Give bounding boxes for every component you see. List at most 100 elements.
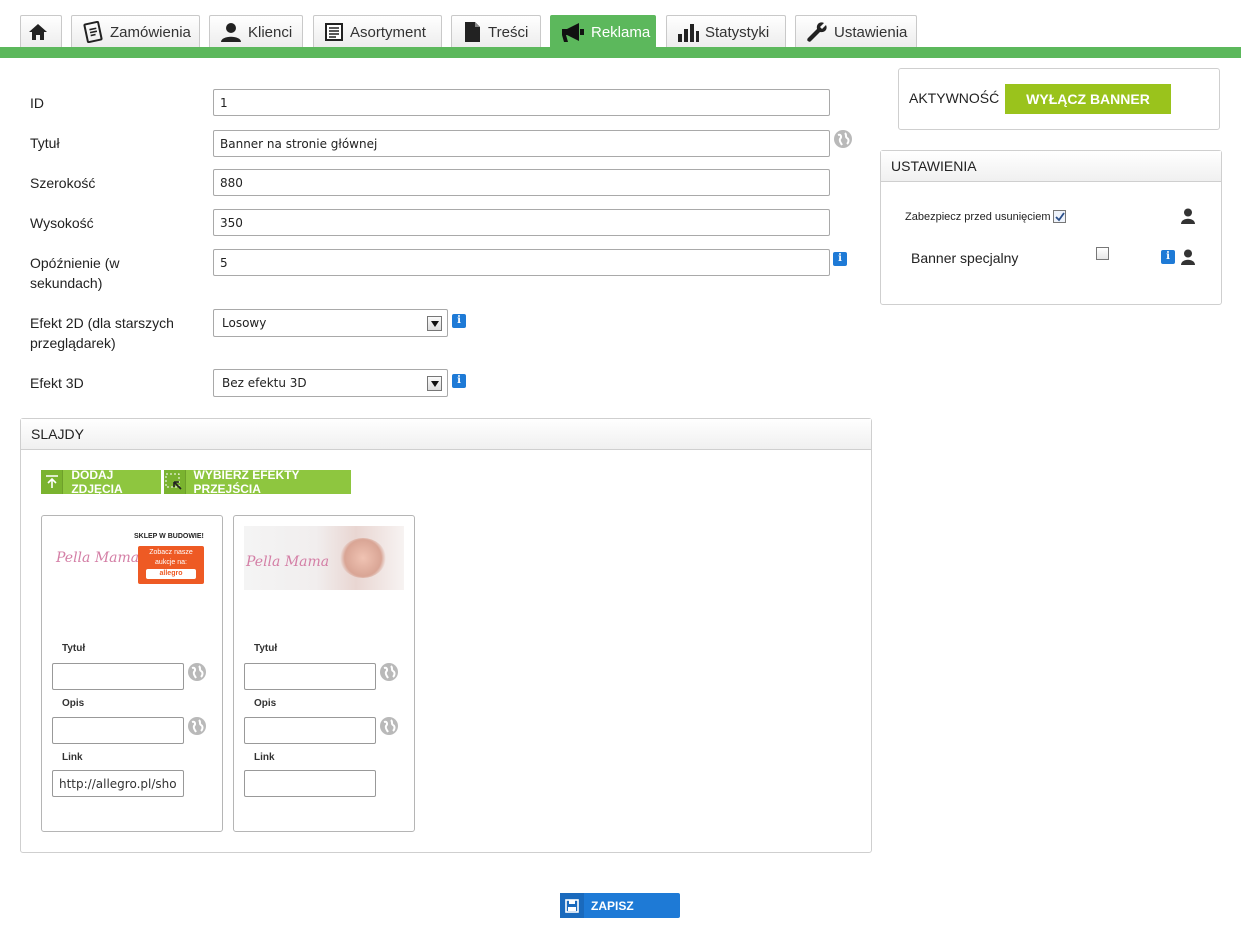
upload-icon bbox=[41, 470, 64, 494]
promo-line: aukcje na: bbox=[155, 559, 187, 566]
activity-panel: AKTYWNOŚĆ WYŁĄCZ BANNER bbox=[898, 68, 1220, 130]
globe-icon[interactable] bbox=[379, 662, 399, 682]
slide-title-label: Tytuł bbox=[62, 643, 86, 654]
slide-card: Pella Mama SKLEP W BUDOWIE! Zobacz nasze… bbox=[41, 515, 223, 832]
checkmark-icon bbox=[1054, 211, 1065, 221]
effect3d-select[interactable]: Bez efektu 3D bbox=[213, 369, 448, 397]
promo-line: Zobacz nasze bbox=[149, 549, 193, 556]
save-button[interactable]: ZAPISZ bbox=[560, 893, 680, 918]
effect2d-label: Efekt 2D (dla starszych przeglądarek) bbox=[30, 313, 174, 353]
slide-link-input[interactable] bbox=[244, 770, 376, 797]
slide-desc-input[interactable] bbox=[52, 717, 184, 744]
slide-title-label: Tytuł bbox=[254, 643, 278, 654]
slide-desc-label: Opis bbox=[62, 698, 85, 709]
slide-card: Pella Mama Tytuł Opis Link bbox=[233, 515, 415, 832]
slide-thumbnail[interactable]: Pella Mama SKLEP W BUDOWIE! Zobacz nasze… bbox=[52, 526, 214, 588]
width-label: Szerokość bbox=[30, 175, 96, 191]
tab-label: Statystyki bbox=[705, 23, 770, 41]
settings-title: USTAWIENIA bbox=[881, 151, 1221, 182]
tab-label: Ustawienia bbox=[834, 23, 908, 41]
slide-desc-input[interactable] bbox=[244, 717, 376, 744]
title-label: Tytuł bbox=[30, 135, 60, 151]
effect3d-selected: Bez efektu 3D bbox=[222, 376, 307, 390]
orders-icon bbox=[83, 21, 103, 43]
banner-promo: Zobacz nasze aukcje na: allegro bbox=[138, 546, 204, 584]
user-icon bbox=[221, 23, 241, 42]
nav-underline bbox=[0, 47, 1241, 58]
brand-logo: Pella Mama bbox=[56, 550, 140, 566]
choose-effects-button[interactable]: WYBIERZ EFEKTY PRZEJŚCIA bbox=[164, 468, 351, 496]
tab-label: Asortyment bbox=[350, 23, 426, 41]
add-photos-label: DODAJ ZDJĘCIA bbox=[71, 468, 123, 496]
special-checkbox[interactable] bbox=[1096, 247, 1109, 260]
add-photos-button[interactable]: DODAJ ZDJĘCIA bbox=[41, 468, 161, 496]
delay-label: Opóźnienie (w sekundach) bbox=[30, 253, 120, 293]
catalog-icon bbox=[325, 23, 343, 41]
slides-title: SLAJDY bbox=[21, 419, 871, 450]
allegro-logo: allegro bbox=[146, 569, 196, 579]
tab-klienci[interactable]: Klienci bbox=[209, 15, 303, 48]
globe-icon[interactable] bbox=[833, 129, 853, 149]
banner-header: SKLEP W BUDOWIE! bbox=[134, 533, 204, 540]
tab-label: Zamówienia bbox=[110, 23, 191, 41]
tab-statystyki[interactable]: Statystyki bbox=[666, 15, 786, 48]
tab-zamowienia[interactable]: Zamówienia bbox=[71, 15, 200, 48]
tab-home[interactable] bbox=[20, 15, 62, 48]
tab-label: Treści bbox=[488, 23, 529, 41]
wrench-icon bbox=[807, 22, 827, 42]
chevron-down-icon[interactable] bbox=[427, 316, 442, 331]
effect2d-select[interactable]: Losowy bbox=[213, 309, 448, 337]
document-icon bbox=[465, 22, 480, 42]
user-icon bbox=[1181, 249, 1195, 265]
slides-panel: SLAJDY DODAJ ZDJĘCIA WYBIERZ EFEKTY PRZE… bbox=[20, 418, 872, 853]
save-label: ZAPISZ bbox=[591, 898, 634, 913]
activity-label: AKTYWNOŚĆ bbox=[909, 90, 1000, 106]
floppy-disk-icon bbox=[560, 893, 584, 918]
info-icon[interactable]: i bbox=[833, 252, 847, 266]
home-icon bbox=[29, 24, 47, 40]
main-navigation: Zamówienia Klienci Asortyment Treści Rek… bbox=[0, 0, 1241, 58]
height-label: Wysokość bbox=[30, 215, 94, 231]
bar-chart-icon bbox=[678, 24, 699, 42]
megaphone-icon bbox=[562, 22, 584, 42]
tab-label: Reklama bbox=[591, 24, 651, 41]
width-input[interactable] bbox=[213, 169, 830, 196]
info-icon[interactable]: i bbox=[452, 374, 466, 388]
slide-title-input[interactable] bbox=[244, 663, 376, 690]
effect2d-label-line: przeglądarek) bbox=[30, 335, 116, 351]
slide-link-label: Link bbox=[254, 752, 275, 763]
globe-icon[interactable] bbox=[187, 662, 207, 682]
slide-desc-label: Opis bbox=[254, 698, 277, 709]
info-icon[interactable]: i bbox=[1161, 250, 1175, 264]
choose-effects-label: WYBIERZ EFEKTY PRZEJŚCIA bbox=[193, 468, 300, 496]
selection-cursor-icon bbox=[164, 470, 186, 494]
user-icon bbox=[1181, 208, 1195, 224]
chevron-down-icon[interactable] bbox=[427, 376, 442, 391]
globe-icon[interactable] bbox=[379, 716, 399, 736]
brand-logo: Pella Mama bbox=[246, 554, 330, 570]
hands-photo bbox=[340, 538, 386, 578]
tab-asortyment[interactable]: Asortyment bbox=[313, 15, 442, 48]
id-input[interactable] bbox=[213, 89, 830, 116]
globe-icon[interactable] bbox=[187, 716, 207, 736]
slide-link-input[interactable] bbox=[52, 770, 184, 797]
slide-title-input[interactable] bbox=[52, 663, 184, 690]
effect2d-label-line: Efekt 2D (dla starszych bbox=[30, 315, 174, 331]
info-icon[interactable]: i bbox=[452, 314, 466, 328]
height-input[interactable] bbox=[213, 209, 830, 236]
effect3d-label: Efekt 3D bbox=[30, 375, 84, 391]
id-label: ID bbox=[30, 95, 44, 111]
protect-checkbox[interactable] bbox=[1053, 210, 1066, 223]
slide-thumbnail[interactable]: Pella Mama bbox=[244, 526, 404, 590]
tab-label: Klienci bbox=[248, 23, 293, 41]
tab-tresci[interactable]: Treści bbox=[451, 15, 541, 48]
title-input[interactable] bbox=[213, 130, 830, 157]
special-label: Banner specjalny bbox=[911, 250, 1019, 266]
slide-link-label: Link bbox=[62, 752, 83, 763]
delay-label-line: sekundach) bbox=[30, 275, 103, 291]
delay-input[interactable] bbox=[213, 249, 830, 276]
tab-reklama[interactable]: Reklama bbox=[550, 15, 656, 49]
disable-banner-button[interactable]: WYŁĄCZ BANNER bbox=[1005, 84, 1171, 114]
effect2d-selected: Losowy bbox=[222, 316, 267, 330]
tab-ustawienia[interactable]: Ustawienia bbox=[795, 15, 917, 48]
